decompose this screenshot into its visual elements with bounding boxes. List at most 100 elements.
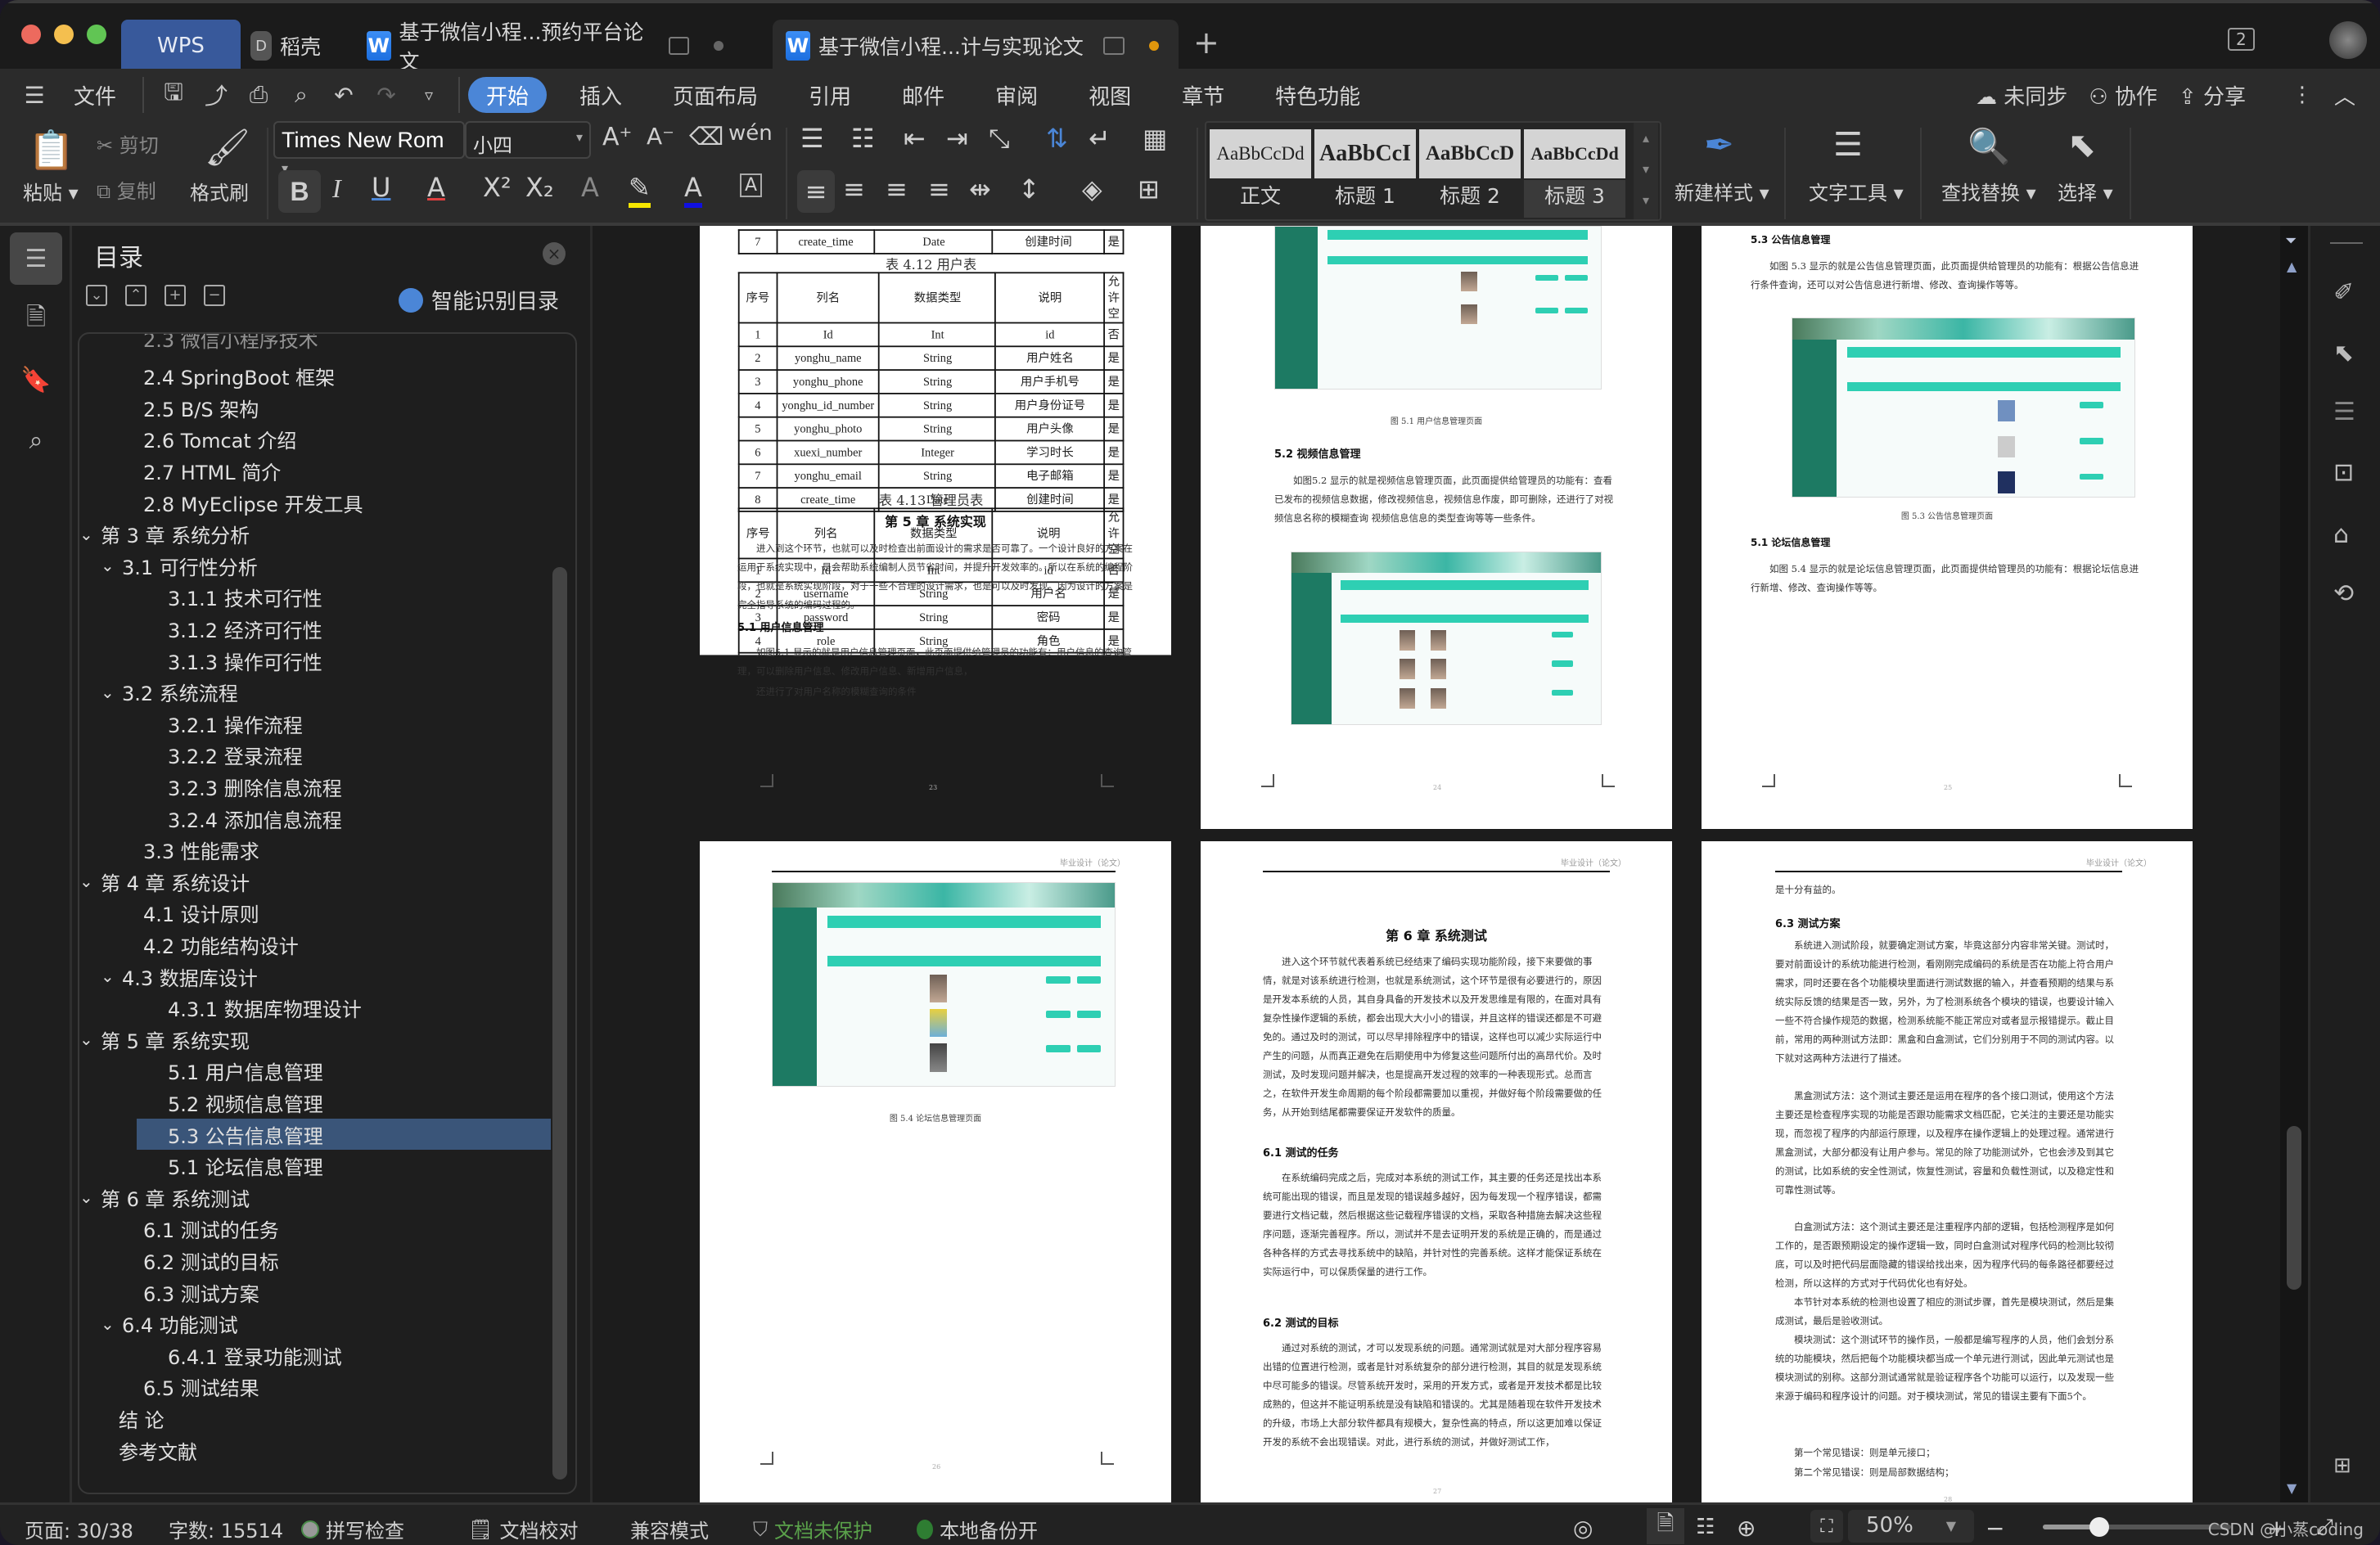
- redo-icon[interactable]: ↷: [365, 82, 408, 109]
- local-backup-toggle[interactable]: 本地备份开: [917, 1515, 1038, 1543]
- protection-status[interactable]: ⛉ 文档未保护: [753, 1515, 872, 1543]
- toc-item[interactable]: 3.1.1 技术可行性: [79, 582, 322, 613]
- toc-item[interactable]: 3.2.2 登录流程: [79, 740, 303, 771]
- toc-item[interactable]: 6.1 测试的任务: [79, 1214, 279, 1245]
- subscript-button[interactable]: X₂: [525, 172, 554, 203]
- toc-item-selected[interactable]: 5.3 公告信息管理: [137, 1119, 551, 1150]
- borders-button[interactable]: ⊞: [1138, 173, 1160, 205]
- fit-page-icon[interactable]: ⛶: [1810, 1510, 1843, 1543]
- toc-item[interactable]: 3.3 性能需求: [79, 835, 259, 866]
- bookmark-icon[interactable]: 🔖: [10, 354, 62, 406]
- proofread-button[interactable]: 🗒 文档校对: [468, 1515, 578, 1543]
- word-count[interactable]: 字数: 15514: [169, 1515, 283, 1543]
- adjust-sliders-icon[interactable]: ☰: [2333, 398, 2355, 426]
- text-effect-button[interactable]: A: [581, 172, 599, 203]
- spell-check-toggle[interactable]: 拼写检查: [301, 1515, 404, 1543]
- expand-all-icon[interactable]: ⌄: [86, 285, 107, 306]
- toc-item[interactable]: 2.5 B/S 架构: [79, 392, 259, 423]
- print-icon[interactable]: ⎙: [237, 81, 280, 109]
- find-replace-button[interactable]: 查找替换 ▾: [1941, 177, 2036, 205]
- document-outline-icon[interactable]: 🗎: [10, 293, 62, 345]
- tab-mail[interactable]: 邮件: [884, 77, 962, 113]
- tab-document-2-active[interactable]: W 基于微信小程...计与实现论文: [773, 20, 1179, 72]
- style-heading-1[interactable]: AaBbCcI: [1314, 129, 1416, 178]
- tab-home[interactable]: 开始: [468, 77, 548, 113]
- paste-button[interactable]: 粘贴 ▾: [23, 177, 79, 205]
- page-view-icon[interactable]: 🗎: [1647, 1508, 1684, 1544]
- collaborate-button[interactable]: ⚇ 协作: [2089, 80, 2157, 110]
- underline-button[interactable]: U: [372, 172, 390, 203]
- undo-icon[interactable]: ↶: [322, 82, 365, 109]
- chevron-down-icon[interactable]: ⌄: [101, 556, 122, 575]
- toc-item[interactable]: 3.1.3 操作可行性: [79, 645, 322, 676]
- minimize-window-button[interactable]: [54, 25, 74, 44]
- toc-item[interactable]: 结 论: [79, 1403, 165, 1434]
- shading-button[interactable]: ◈: [1082, 173, 1102, 205]
- close-window-button[interactable]: [21, 25, 41, 44]
- distributed-align-button[interactable]: ⇹: [969, 173, 991, 205]
- hamburger-menu-icon[interactable]: ☰: [13, 82, 56, 109]
- file-menu[interactable]: 文件: [56, 77, 134, 113]
- chevron-down-icon[interactable]: ⌄: [101, 682, 122, 702]
- scroll-up-icon[interactable]: ▲: [2287, 259, 2297, 274]
- tab-references[interactable]: 引用: [791, 77, 869, 113]
- customize-quick-access-icon[interactable]: ▿: [408, 85, 450, 105]
- pointer-icon[interactable]: ⬉: [2333, 339, 2354, 367]
- style-heading-3[interactable]: AaBbCcDd: [1524, 129, 1625, 178]
- toc-item[interactable]: ⌄ 第 6 章 系统测试: [79, 1182, 250, 1213]
- superscript-button[interactable]: X²: [483, 172, 512, 203]
- toc-item[interactable]: 5.1 论坛信息管理: [79, 1151, 323, 1182]
- strikethrough-button[interactable]: A: [427, 172, 445, 203]
- collapse-all-icon[interactable]: ⌃: [125, 285, 146, 306]
- new-tab-button[interactable]: +: [1193, 25, 1219, 61]
- share-button[interactable]: ⇪ 分享: [2179, 80, 2246, 110]
- justify-button[interactable]: ≡: [928, 173, 950, 205]
- window-count-badge[interactable]: 2: [2228, 28, 2255, 51]
- zoom-slider-knob[interactable]: [2089, 1517, 2109, 1537]
- tab-insert[interactable]: 插入: [561, 77, 640, 113]
- close-toc-icon[interactable]: ×: [543, 242, 566, 265]
- toc-item[interactable]: 参考文献: [79, 1435, 197, 1466]
- toc-item[interactable]: 6.5 测试结果: [79, 1372, 259, 1403]
- font-name-select[interactable]: Times New Rom ▾: [273, 121, 465, 176]
- toc-item[interactable]: 3.2.3 删除信息流程: [79, 771, 342, 802]
- maximize-window-button[interactable]: [87, 25, 106, 44]
- web-view-icon[interactable]: ⊕: [1737, 1515, 1756, 1542]
- scrollbar-thumb[interactable]: [2287, 1126, 2301, 1290]
- style-normal[interactable]: AaBbCcDd: [1210, 129, 1311, 178]
- styles-scroll[interactable]: ▴ ▾ ▾: [1634, 123, 1658, 219]
- pen-annotate-icon[interactable]: ✐: [2333, 278, 2354, 307]
- page-indicator[interactable]: 页面: 30/38: [25, 1515, 133, 1543]
- chevron-down-icon[interactable]: ⌄: [101, 966, 122, 986]
- remove-heading-icon[interactable]: −: [204, 285, 225, 306]
- toc-item[interactable]: ⌄ 6.4 功能测试: [79, 1309, 238, 1340]
- tab-daoke[interactable]: D 稻壳: [250, 20, 321, 72]
- toc-item[interactable]: ⌄ 第 4 章 系统设计: [79, 866, 250, 897]
- chinese-layout-icon[interactable]: ⤡: [989, 123, 1010, 155]
- tab-section[interactable]: 章节: [1164, 77, 1242, 113]
- table-grid-icon[interactable]: ▦: [1143, 123, 1167, 154]
- format-painter-button[interactable]: 格式刷: [190, 177, 249, 205]
- tab-review[interactable]: 审阅: [977, 77, 1056, 113]
- eye-protection-icon[interactable]: ◎: [1573, 1515, 1593, 1542]
- show-marks-icon[interactable]: ↵: [1089, 123, 1111, 154]
- bold-button[interactable]: B: [278, 170, 321, 213]
- tab-special-features[interactable]: 特色功能: [1257, 77, 1378, 113]
- text-tools-button[interactable]: 文字工具 ▾: [1809, 177, 1904, 205]
- char-border-button[interactable]: A: [740, 173, 763, 197]
- find-in-doc-icon[interactable]: ⌕: [10, 414, 62, 466]
- toc-item[interactable]: ⌄ 4.3 数据库设计: [79, 961, 258, 992]
- paste-icon[interactable]: 📋: [28, 128, 74, 173]
- copy-button[interactable]: ⧉ 复制: [97, 175, 156, 204]
- grow-font-icon[interactable]: A⁺: [602, 123, 632, 151]
- toc-item[interactable]: ⌄ 第 3 章 系统分析: [79, 519, 250, 550]
- shrink-font-icon[interactable]: A⁻: [647, 123, 674, 150]
- toc-item[interactable]: 2.4 SpringBoot 框架: [79, 361, 335, 392]
- tab-document-1[interactable]: W 基于微信小程...预约平台论文: [367, 20, 743, 74]
- toc-panel-icon[interactable]: ☰: [10, 232, 62, 285]
- chevron-down-icon[interactable]: ⌄: [79, 872, 101, 891]
- clear-format-icon[interactable]: ⌫: [689, 123, 723, 151]
- font-color-button[interactable]: A: [684, 172, 702, 208]
- export-icon[interactable]: ⤴: [195, 79, 237, 111]
- document-scrollbar[interactable]: ⏷ ▲ ▼: [2280, 226, 2308, 1502]
